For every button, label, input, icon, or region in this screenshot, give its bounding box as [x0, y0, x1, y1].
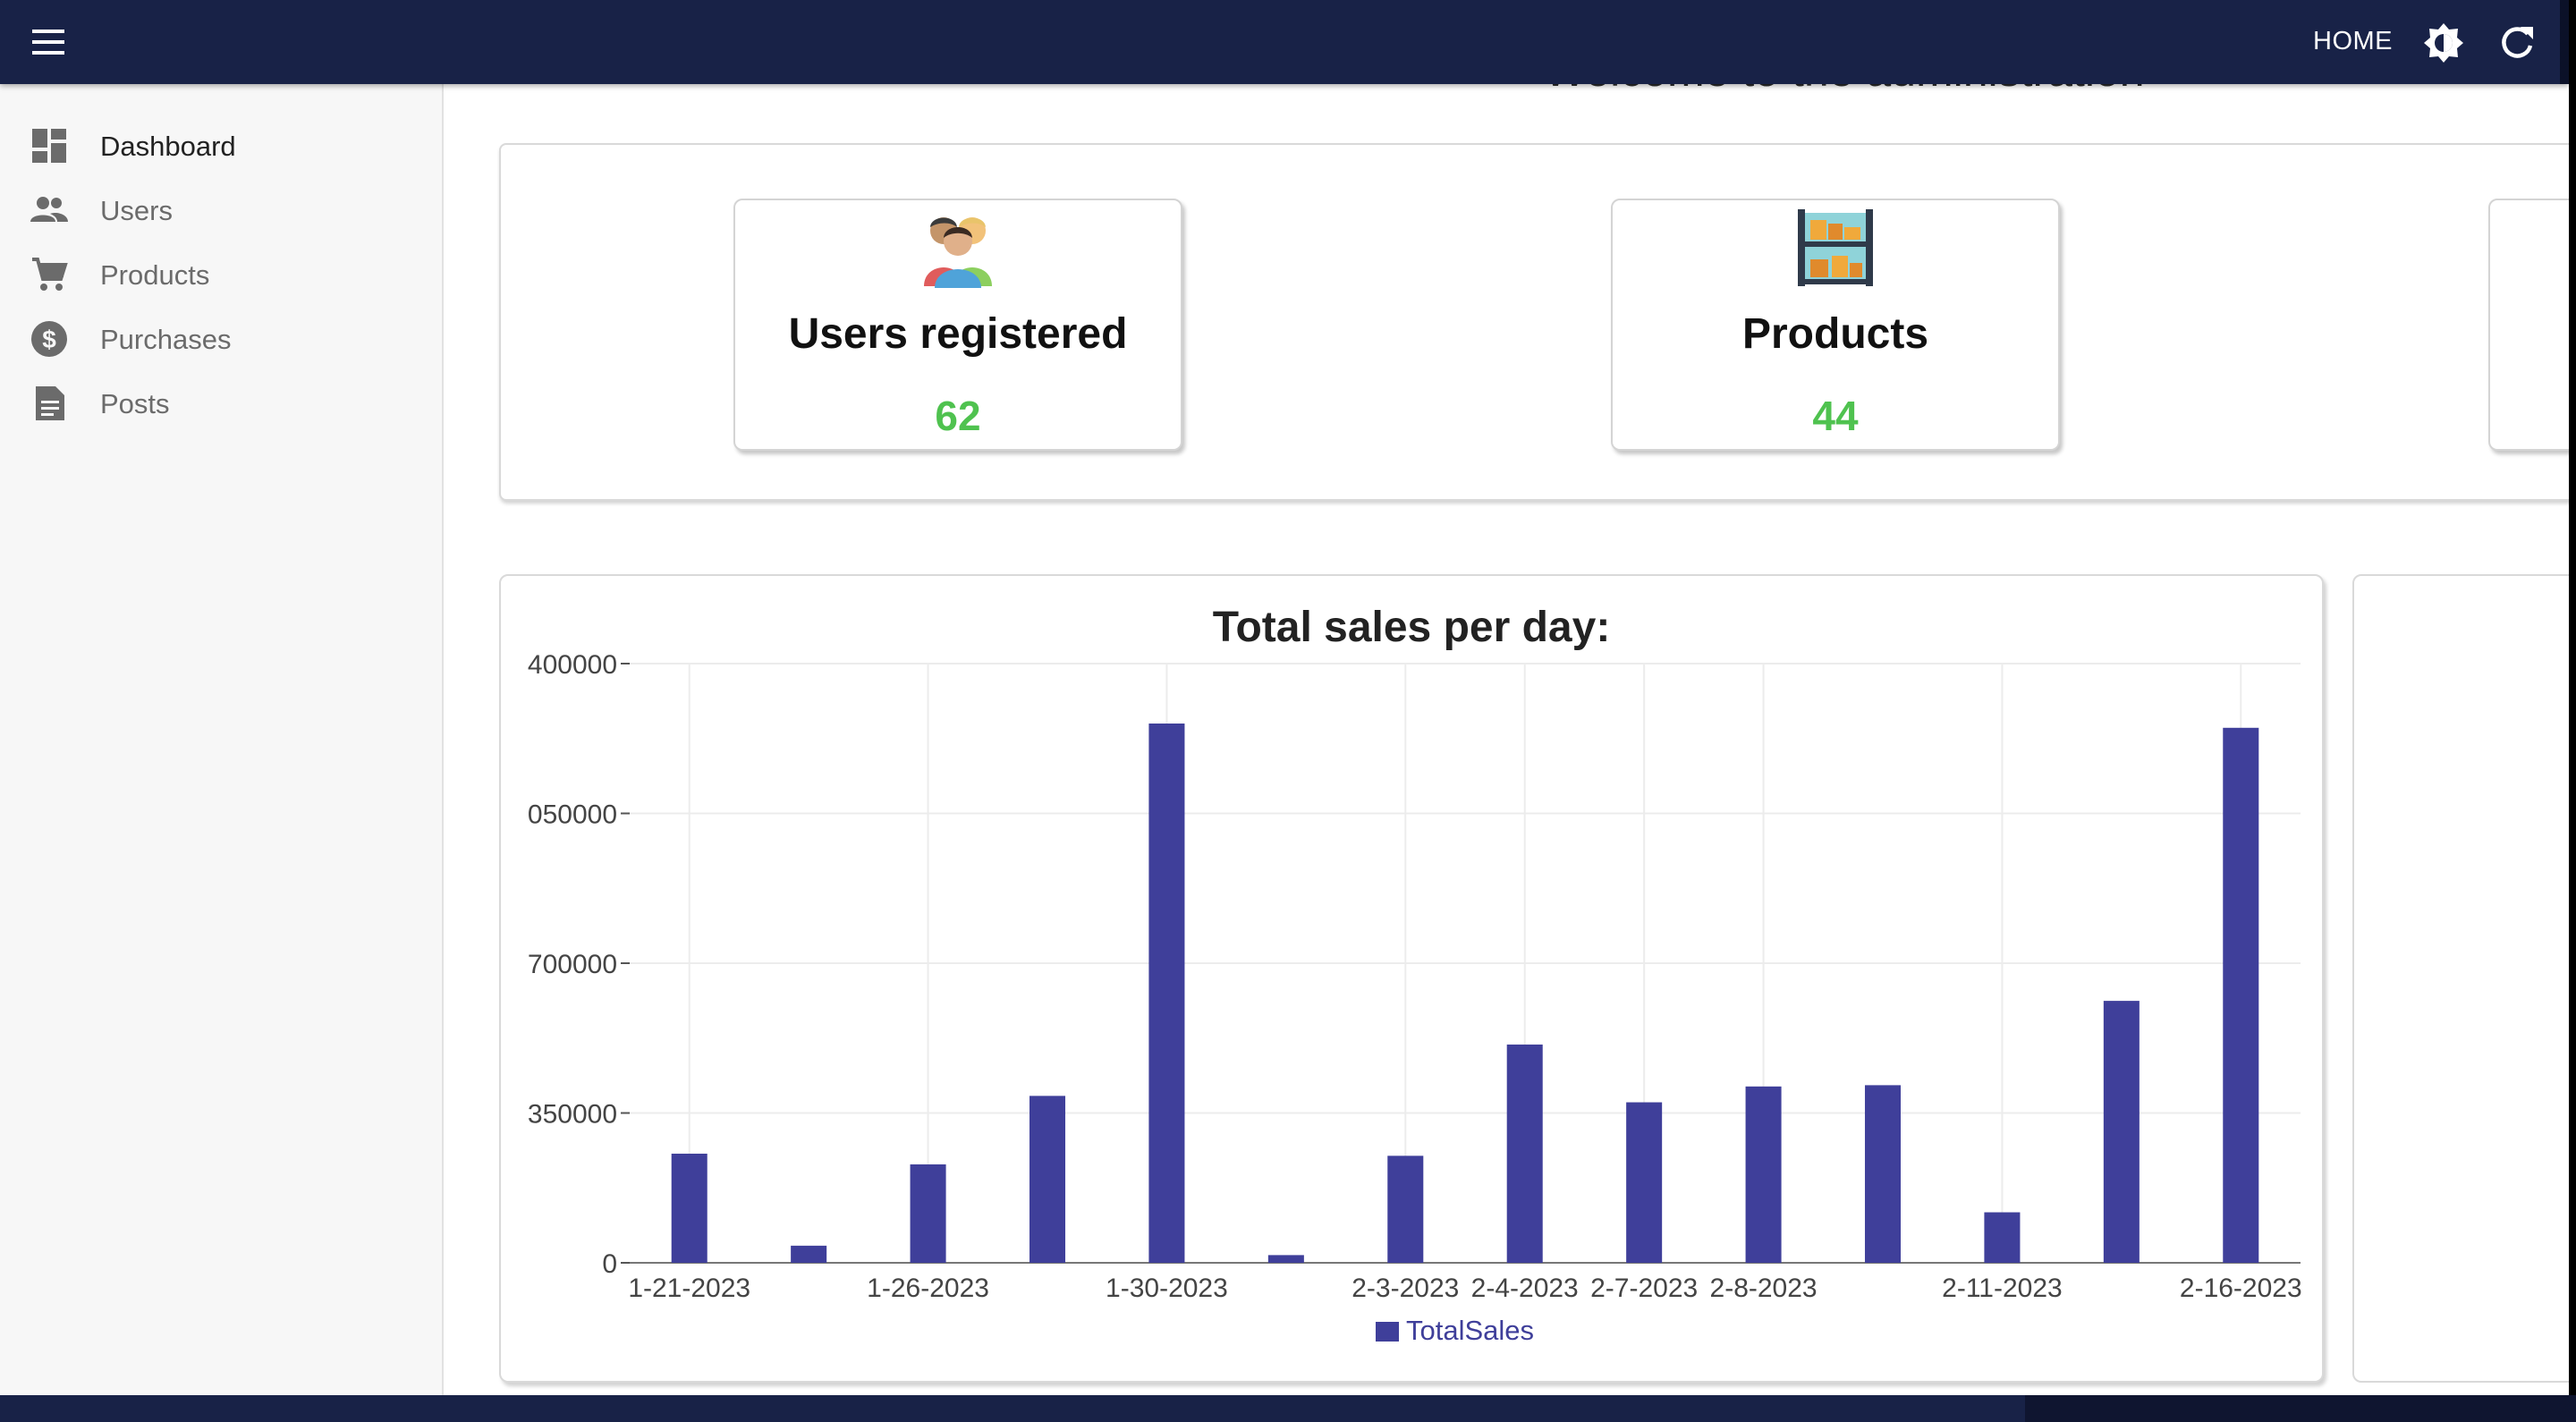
- sidebar-item-label: Products: [100, 259, 210, 291]
- y-tick-label: 0: [602, 1249, 617, 1279]
- page-title: Welcome to the administration: [1544, 84, 2145, 97]
- stat-value: 44: [1812, 393, 1859, 439]
- window-edge: [2569, 0, 2576, 1422]
- x-tick-label: 1-30-2023: [1106, 1274, 1228, 1303]
- legend-label: TotalSales: [1406, 1315, 1534, 1346]
- x-tick-label: 2-11-2023: [1942, 1274, 2063, 1303]
- bar: [2223, 727, 2259, 1263]
- sidebar-item-purchases[interactable]: $ Purchases: [0, 306, 442, 370]
- x-tick-label: 1-26-2023: [867, 1274, 989, 1303]
- y-tick-label: 350000: [528, 1100, 617, 1130]
- sales-chart-card: Total sales per day: 0 350000 700000 050000…: [499, 574, 2324, 1383]
- dashboard-icon: [30, 127, 68, 165]
- dollar-icon: $: [30, 320, 68, 358]
- bar: [791, 1245, 827, 1263]
- stat-card-partial: [2488, 199, 2569, 451]
- sidebar-item-label: Dashboard: [100, 131, 236, 162]
- bar: [1864, 1085, 1902, 1263]
- bar: [1267, 1255, 1304, 1263]
- stat-title: Users registered: [788, 310, 1128, 358]
- x-tick-label: 2-7-2023: [1590, 1274, 1698, 1303]
- sidebar-item-products[interactable]: Products: [0, 241, 442, 306]
- x-tick-label: 1-21-2023: [628, 1274, 750, 1303]
- main-content: Welcome to the administration Users regi…: [444, 84, 2569, 1395]
- bar: [671, 1153, 708, 1263]
- bar: [1506, 1044, 1543, 1263]
- brightness-icon[interactable]: [2422, 21, 2465, 64]
- sidebar-item-posts[interactable]: Posts: [0, 370, 442, 435]
- y-tick-label: 700000: [528, 950, 617, 979]
- stat-card-products: Products 44: [1611, 199, 2060, 451]
- refresh-icon[interactable]: [2496, 21, 2538, 64]
- bar: [1745, 1086, 1782, 1263]
- bottom-scrollbar[interactable]: [0, 1395, 2576, 1422]
- bar: [1148, 724, 1185, 1263]
- bar: [1387, 1155, 1424, 1263]
- scrollbar-thumb[interactable]: [2025, 1395, 2576, 1422]
- sidebar-item-dashboard[interactable]: Dashboard: [0, 113, 442, 177]
- stat-card-users: Users registered 62: [733, 199, 1182, 451]
- people-icon: [30, 191, 68, 229]
- bar: [2103, 1001, 2140, 1263]
- stat-title: Products: [1741, 310, 1929, 358]
- home-link[interactable]: HOME: [2313, 27, 2393, 56]
- shelves-icon: [1613, 206, 2058, 288]
- sidebar-item-label: Users: [100, 195, 173, 226]
- document-icon: [30, 385, 68, 422]
- window-edge: [2560, 0, 2569, 84]
- bar: [1984, 1212, 2021, 1263]
- x-tick-label: 2-16-2023: [2180, 1274, 2302, 1303]
- stats-panel: Users registered 62 Products 44: [499, 143, 2569, 501]
- sidebar-item-label: Purchases: [100, 324, 232, 355]
- legend-swatch: [1376, 1322, 1399, 1342]
- app-bar: HOME: [0, 0, 2569, 84]
- x-tick-label: 2-3-2023: [1352, 1274, 1459, 1303]
- sales-bar-chart: 0 350000 700000 050000 400000 1-21-2023 1-26-2…: [528, 650, 2302, 1346]
- svg-text:$: $: [42, 326, 56, 353]
- sidebar: Dashboard Users Products $ Purchases Pos…: [0, 84, 444, 1395]
- bar: [1029, 1096, 1066, 1263]
- side-card-partial: [2352, 574, 2569, 1383]
- y-tick-label: 400000: [528, 650, 617, 680]
- bar: [910, 1164, 946, 1263]
- y-tick-label: 050000: [528, 800, 617, 830]
- sidebar-item-users[interactable]: Users: [0, 177, 442, 241]
- sidebar-item-label: Posts: [100, 388, 170, 419]
- x-tick-label: 2-4-2023: [1471, 1274, 1579, 1303]
- x-tick-label: 2-8-2023: [1710, 1274, 1818, 1303]
- users-group-icon: [735, 206, 1181, 288]
- stat-value: 62: [935, 393, 981, 439]
- cart-icon: [30, 256, 68, 293]
- bar: [1626, 1102, 1663, 1263]
- menu-icon[interactable]: [29, 22, 72, 62]
